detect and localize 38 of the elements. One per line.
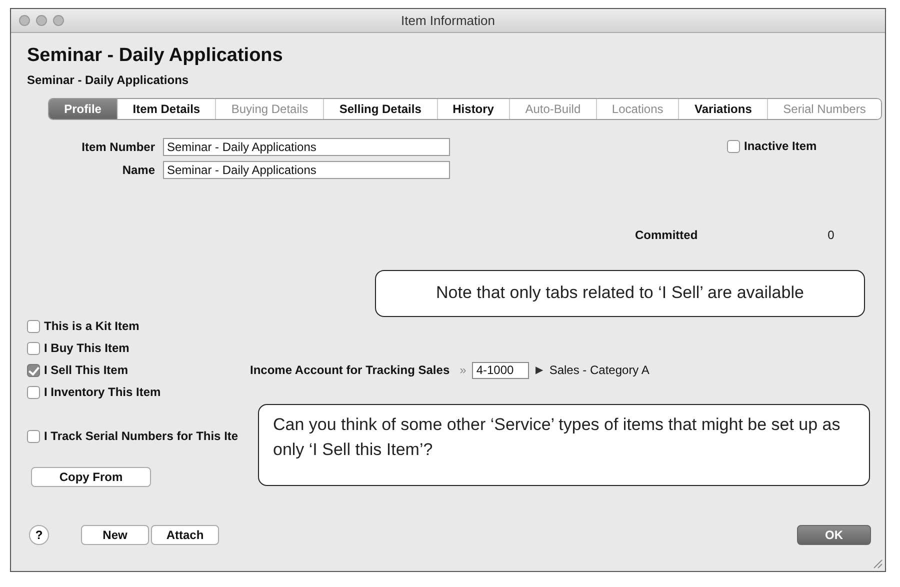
window-control-icon[interactable] [19,15,30,26]
field-label: Income Account for Tracking Sales [250,363,450,377]
checkbox[interactable] [27,320,40,332]
window-control-icon[interactable] [53,15,64,26]
arrow-text: » [460,363,466,377]
ok-button[interactable]: OK [797,525,871,545]
new-button[interactable]: New [81,525,149,545]
checkbox-label: I Sell This Item [44,363,128,377]
checkbox-label: I Buy This Item [44,341,130,355]
checkbox-label: Inactive Item [744,139,817,153]
window-control-icon[interactable] [36,15,47,26]
copy-from-button[interactable]: Copy From [31,467,151,487]
attach-button[interactable]: Attach [151,525,219,545]
input-field[interactable]: Seminar - Daily Applications [163,138,450,156]
checkbox[interactable] [27,430,40,442]
checkbox[interactable] [727,140,740,152]
window-title: Item Information [401,13,495,28]
link-arrow[interactable]: ▶ [535,364,544,376]
input-field[interactable]: Seminar - Daily Applications [163,160,450,178]
resize-grip-icon[interactable] [873,559,883,569]
field-label: Item Number [80,140,156,154]
account-field[interactable]: 4-1000 [472,362,530,378]
callout: Note that only tabs related to ‘I Sell’ are available [375,270,865,317]
tab[interactable]: Profile [49,99,118,119]
checkbox-label: I Track Serial Numbers for This Ite [44,429,238,443]
checkbox[interactable] [27,386,40,398]
callout: Can you think of some other ‘Service’ types of items that might be set up as only ‘I Sell this Item’? [258,404,870,486]
item-title: Seminar - Daily Applications [27,45,284,67]
checkbox[interactable] [27,342,40,354]
checkbox-label: This is a Kit Item [44,319,140,333]
item-subtitle: Seminar - Daily Applications [27,73,189,87]
checkbox[interactable] [27,364,40,376]
committed-value: 0 [828,228,834,242]
help-button[interactable]: ? [29,525,49,545]
committed-label: Committed [635,228,698,242]
account-name: Sales - Category A [549,363,650,377]
field-label: Name [121,162,156,176]
checkbox-label: I Inventory This Item [44,385,161,399]
